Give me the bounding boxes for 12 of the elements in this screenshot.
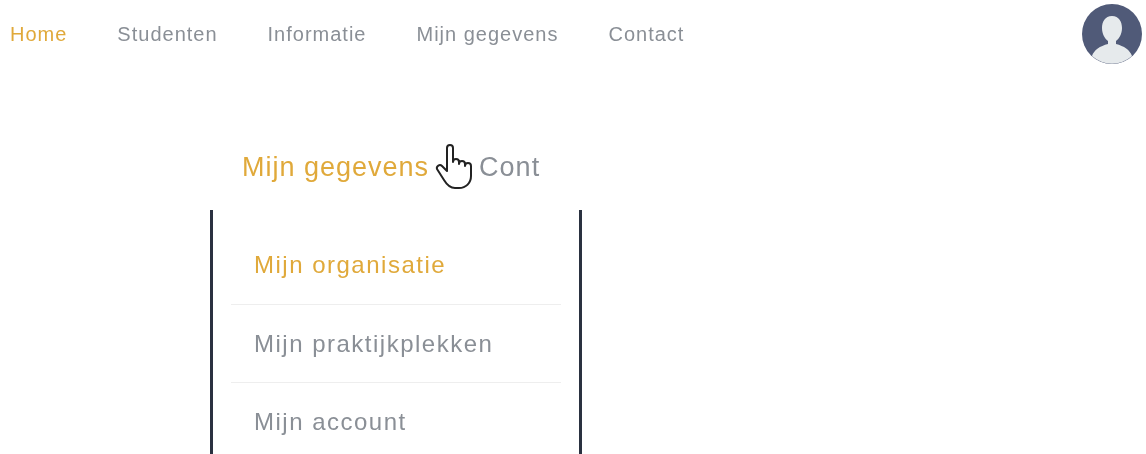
nav-link[interactable]: Contact xyxy=(608,19,685,49)
nav-link[interactable]: Studenten xyxy=(117,19,218,49)
nav-link[interactable]: Home xyxy=(10,19,68,49)
dropdown-item[interactable]: Mijn organisatie xyxy=(231,226,561,304)
avatar-icon[interactable] xyxy=(1082,4,1142,64)
menu-link[interactable]: Mijn gegevens xyxy=(242,146,430,188)
nav-link[interactable]: Informatie xyxy=(267,19,367,49)
hand-cursor-icon xyxy=(435,144,474,190)
dropdown-item[interactable]: Mijn account xyxy=(231,382,561,454)
menu-link[interactable]: Cont xyxy=(479,146,541,188)
dropdown-item[interactable]: Mijn praktijkplekken xyxy=(231,304,561,382)
nav-link[interactable]: Mijn gegevens xyxy=(416,19,559,49)
